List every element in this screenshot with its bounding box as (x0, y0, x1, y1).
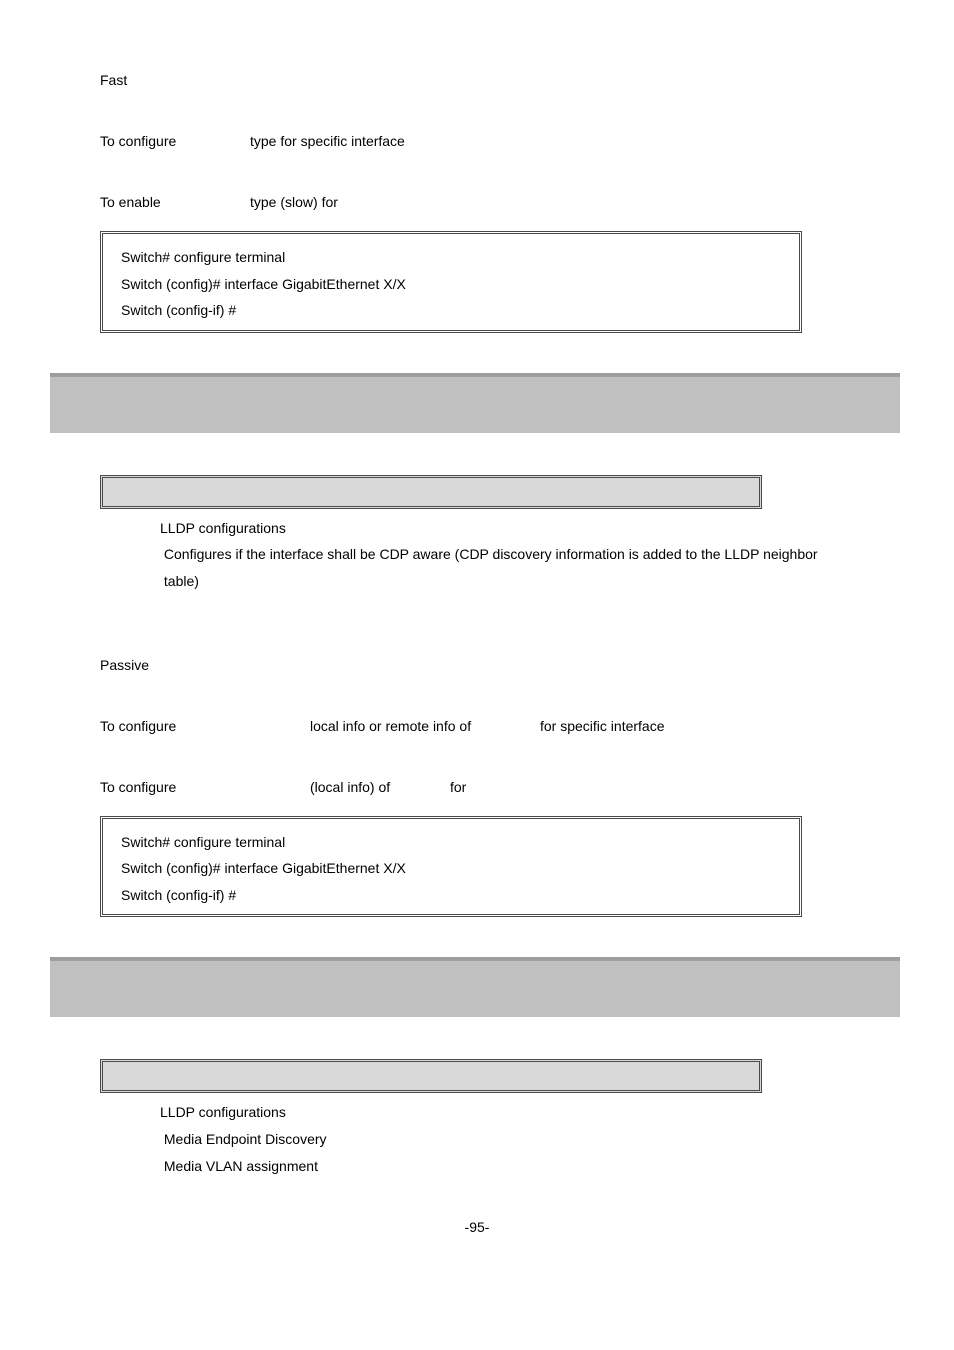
section-header-bar (50, 373, 900, 433)
sub-lldp-config: LLDP configurations (160, 1099, 894, 1126)
code-line: Switch (config)# interface GigabitEthern… (121, 271, 781, 298)
lead-to-enable: To enable (100, 192, 250, 213)
table-header-box (100, 1059, 762, 1093)
default-passive-label: Passive (100, 655, 894, 676)
text-fast: Fast (100, 70, 127, 91)
code-line: Switch (config-if) # (121, 297, 781, 324)
default-mode-label: Fast (100, 70, 894, 91)
code-line: Switch# configure terminal (121, 244, 781, 271)
table-header-box (100, 475, 762, 509)
configure-local-line: To configure (local info) of for (100, 777, 894, 798)
sub-cdp-aware: Configures if the interface shall be CDP… (160, 541, 894, 568)
lead-to-configure: To configure (100, 777, 310, 798)
section-header-bar (50, 957, 900, 1017)
sub-lldp-config: LLDP configurations (160, 515, 894, 542)
code-example-box: Switch# configure terminal Switch (confi… (100, 231, 802, 333)
code-line: Switch# configure terminal (121, 829, 781, 856)
enable-type-line: To enable type (slow) for (100, 192, 894, 213)
configure-info-line: To configure local info or remote info o… (100, 716, 894, 737)
tail-for: for (450, 777, 466, 798)
configure-type-line: To configure type for specific interface (100, 131, 894, 152)
lead-to-configure: To configure (100, 716, 310, 737)
sub-media-vlan: Media VLAN assignment (160, 1153, 894, 1180)
code-line: Switch (config)# interface GigabitEthern… (121, 855, 781, 882)
lead-to-configure: To configure (100, 131, 250, 152)
code-example-box: Switch# configure terminal Switch (confi… (100, 816, 802, 918)
rest-type-specific: type for specific interface (250, 131, 405, 152)
rest-type-slow: type (slow) for (250, 192, 338, 213)
code-line: Switch (config-if) # (121, 882, 781, 909)
mid-local-info: (local info) of (310, 777, 450, 798)
sub-media-endpoint: Media Endpoint Discovery (160, 1126, 894, 1153)
tail-specific-interface: for specific interface (540, 716, 665, 737)
text-passive: Passive (100, 655, 149, 676)
page-number: -95- (60, 1219, 894, 1235)
sub-cdp-table: table) (160, 568, 894, 595)
mid-local-remote: local info or remote info of (310, 716, 540, 737)
